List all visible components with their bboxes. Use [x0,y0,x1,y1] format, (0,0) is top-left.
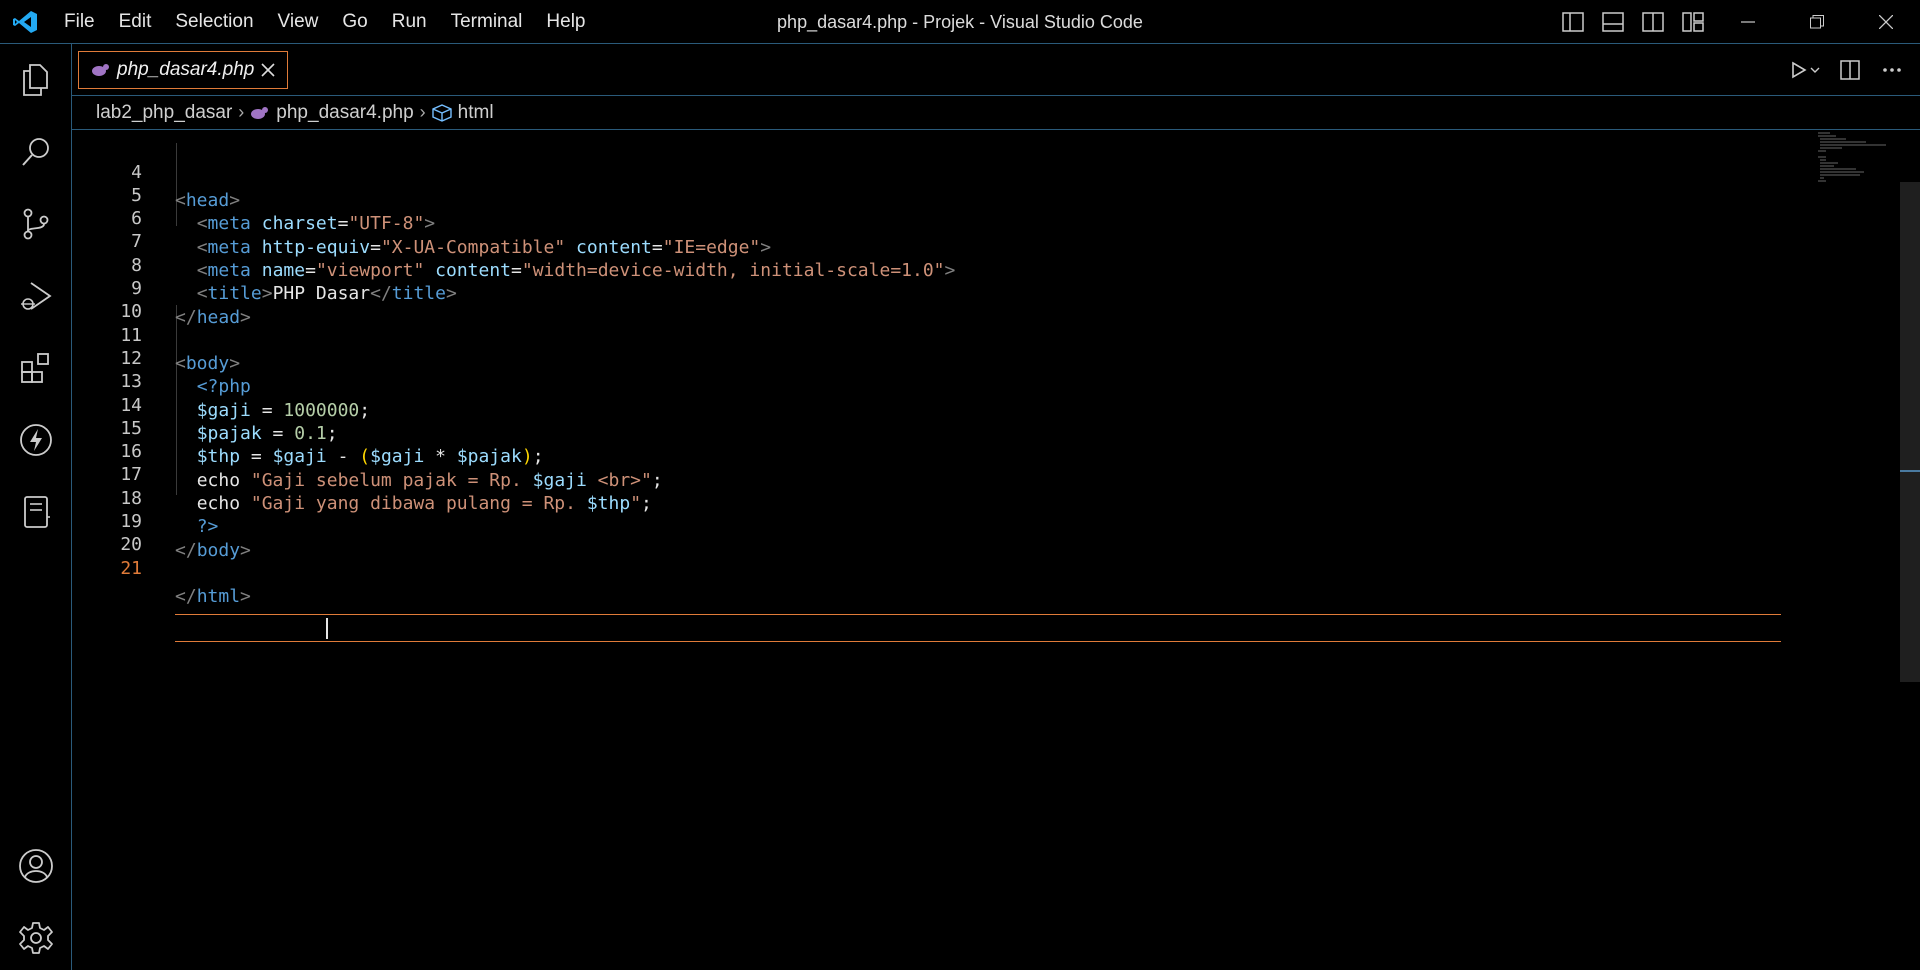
title-actions [1553,0,1920,44]
breadcrumb-file[interactable]: php_dasar4.php [276,102,413,124]
toggle-panel-icon[interactable] [1593,0,1633,44]
extensions-icon[interactable] [0,338,72,398]
account-icon[interactable] [0,836,72,896]
tab-bar: php_dasar4.php [72,44,1920,96]
menu-terminal[interactable]: Terminal [439,0,535,44]
run-debug-icon[interactable] [0,266,72,326]
menu-go[interactable]: Go [330,0,379,44]
text-cursor [326,618,328,639]
menu-help[interactable]: Help [534,0,597,44]
current-line-highlight [175,614,1781,642]
php-file-icon [250,106,269,120]
more-actions-icon[interactable] [1874,55,1910,85]
close-window-icon[interactable] [1851,0,1920,44]
symbol-element-icon [431,103,452,122]
code-editor[interactable]: 4 <head> 5 <meta charset="UTF-8"> 6 <met… [72,130,1900,970]
breadcrumb-folder[interactable]: lab2_php_dasar [96,102,232,124]
chevron-right-icon: › [419,102,426,122]
gear-icon[interactable] [0,908,72,968]
source-control-icon[interactable] [0,194,72,254]
scrollbar-cursor-marker [1900,470,1920,472]
vscode-logo-icon [12,10,38,34]
toggle-secondary-sidebar-icon[interactable] [1633,0,1673,44]
line-number-active: 21 [120,557,142,579]
customize-layout-icon[interactable] [1673,0,1713,44]
search-icon[interactable] [0,122,72,182]
restore-icon[interactable] [1782,0,1851,44]
notebook-icon[interactable] [0,482,72,542]
editor-tab[interactable]: php_dasar4.php [78,51,288,89]
minimize-icon[interactable] [1713,0,1782,44]
thunder-icon[interactable] [0,410,72,470]
split-editor-icon[interactable] [1832,55,1868,85]
menu-edit[interactable]: Edit [107,0,164,44]
minimap[interactable] [1816,130,1906,190]
menu-bar: File Edit Selection View Go Run Terminal… [52,0,598,44]
menu-view[interactable]: View [266,0,331,44]
code-line: 21 </html> [72,526,1782,608]
close-icon[interactable] [257,59,279,81]
toggle-primary-sidebar-icon[interactable] [1553,0,1593,44]
breadcrumb-symbol[interactable]: html [458,102,494,124]
chevron-right-icon: › [238,102,245,122]
menu-file[interactable]: File [52,0,107,44]
breadcrumb: lab2_php_dasar › php_dasar4.php › html [72,96,1920,130]
tab-label: php_dasar4.php [117,59,255,80]
activity-bar [0,44,72,970]
explorer-icon[interactable] [0,50,72,110]
editor-actions [1786,44,1910,96]
vertical-scrollbar[interactable] [1900,182,1920,682]
menu-selection[interactable]: Selection [163,0,265,44]
title-bar: File Edit Selection View Go Run Terminal… [0,0,1920,44]
php-file-icon [91,63,109,77]
menu-run[interactable]: Run [380,0,439,44]
run-file-icon[interactable] [1786,55,1826,85]
